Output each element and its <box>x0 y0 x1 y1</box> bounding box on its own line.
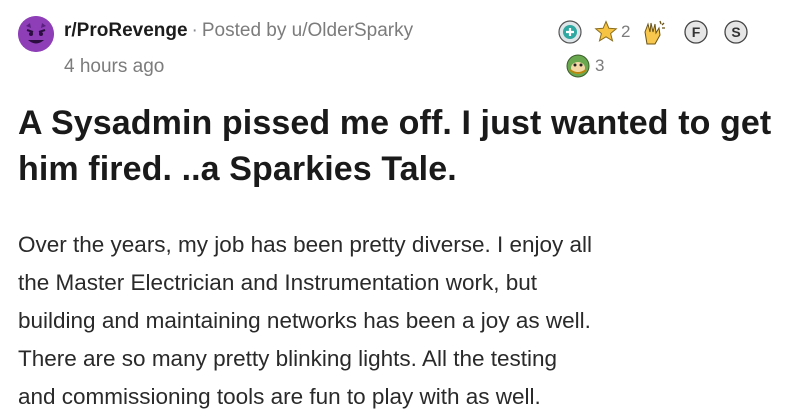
posted-by-user-link[interactable]: Posted by u/OlderSparky <box>202 20 413 41</box>
clapping-hands-award-icon <box>644 20 665 45</box>
post-title[interactable]: A Sysadmin pissed me off. I just wanted … <box>18 100 788 192</box>
award-s[interactable]: S <box>724 20 748 44</box>
svg-text:F: F <box>692 24 701 40</box>
monkey-award-icon <box>566 54 590 78</box>
post-body: Over the years, my job has been pretty d… <box>18 232 593 409</box>
award-f[interactable]: F <box>684 20 708 44</box>
star-award-icon <box>594 20 618 42</box>
svg-text:S: S <box>731 24 740 40</box>
award-plus[interactable] <box>558 20 582 44</box>
awards-bar: 2 F S 3 <box>548 18 788 88</box>
plus-badge-award-icon <box>558 20 582 44</box>
award-star[interactable]: 2 <box>594 20 630 44</box>
award-clap[interactable] <box>640 18 668 46</box>
subreddit-avatar-icon[interactable] <box>18 16 54 52</box>
subreddit-link[interactable]: r/ProRevenge <box>64 20 188 41</box>
s-award-icon: S <box>724 20 748 44</box>
post-header: r/ProRevenge · Posted by u/OlderSparky 4 h… <box>18 14 782 84</box>
post-meta: r/ProRevenge · Posted by u/OlderSparky <box>64 20 413 42</box>
f-award-icon: F <box>684 20 708 44</box>
post-timestamp: 4 hours ago <box>64 56 165 77</box>
award-count: 3 <box>595 56 605 75</box>
meta-separator: · <box>191 20 198 41</box>
award-count: 2 <box>621 22 631 41</box>
award-monkey[interactable]: 3 <box>564 52 604 80</box>
